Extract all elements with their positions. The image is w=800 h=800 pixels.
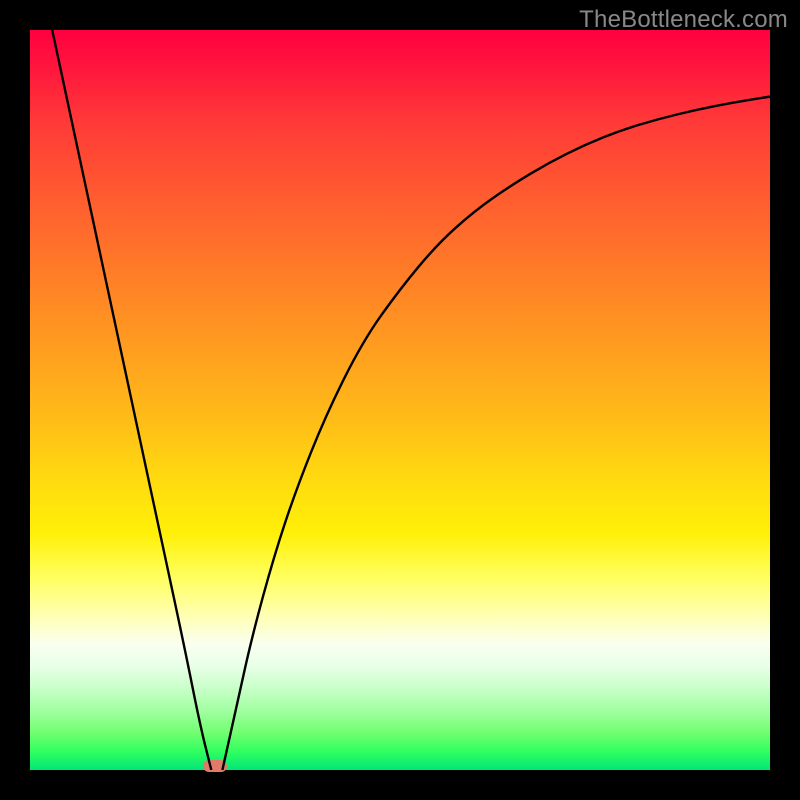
- plot-area: [30, 30, 770, 770]
- curve-svg: [30, 30, 770, 770]
- curve-right: [222, 97, 770, 770]
- chart-frame: TheBottleneck.com: [0, 0, 800, 800]
- curve-left: [52, 30, 211, 770]
- watermark-text: TheBottleneck.com: [579, 6, 788, 34]
